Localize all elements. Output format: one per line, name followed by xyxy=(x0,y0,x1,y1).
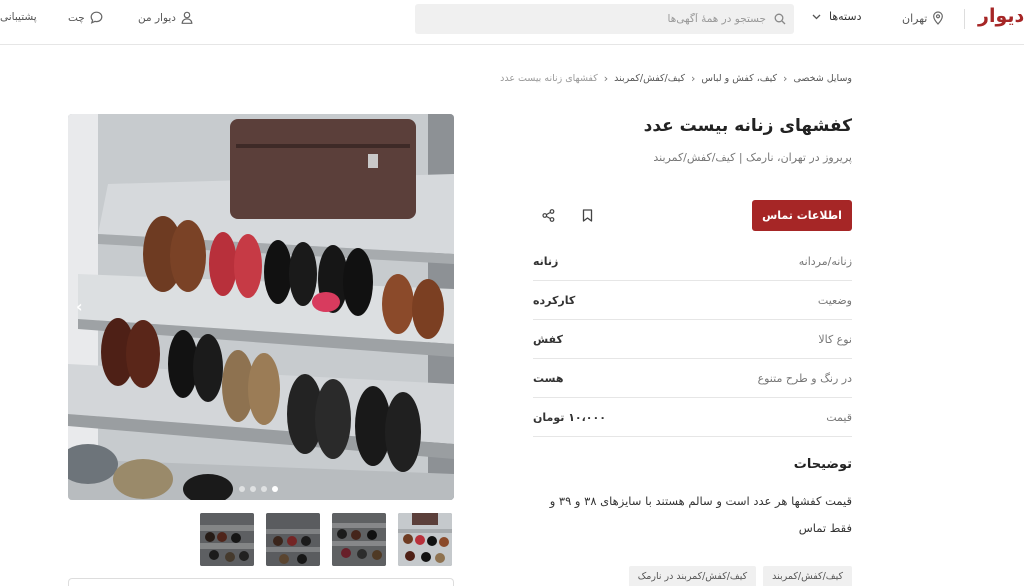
listing-title: کفشهای زنانه بیست عدد xyxy=(643,116,852,136)
search-bar[interactable] xyxy=(415,4,794,34)
attribute-row: زنانه/مردانه زنانه xyxy=(533,242,852,281)
breadcrumb-item[interactable]: کیف، کفش و لباس xyxy=(701,73,777,84)
attribute-label: وضعیت xyxy=(817,293,852,307)
share-button[interactable] xyxy=(538,205,558,225)
description-text: قیمت کفشها هر عدد است و سالم هستند با سا… xyxy=(549,494,852,535)
breadcrumb-item[interactable]: وسایل شخصی xyxy=(793,73,852,84)
main-listing-photo[interactable] xyxy=(68,114,454,500)
chevron-left-icon[interactable]: ‹ xyxy=(76,297,83,316)
search-icon xyxy=(774,13,786,25)
gallery-dot[interactable] xyxy=(261,486,267,492)
gallery-dot[interactable] xyxy=(250,486,256,492)
attribute-value: زنانه xyxy=(533,254,559,268)
attribute-value: ۱۰،۰۰۰ تومان xyxy=(533,410,606,424)
bookmark-icon xyxy=(582,208,593,222)
secondary-card xyxy=(68,578,454,586)
attribute-value: کارکرده xyxy=(533,293,576,307)
gallery-dots xyxy=(239,486,278,492)
thumbnail[interactable] xyxy=(332,513,386,566)
attribute-list: زنانه/مردانه زنانه وضعیت کارکرده نوع کال… xyxy=(533,242,852,437)
top-header: دیوار تهران دسته‌ها دیوار من چت پشتیبانی xyxy=(0,0,1024,45)
thumbnail[interactable] xyxy=(266,513,320,566)
chat-link[interactable]: چت xyxy=(68,11,103,24)
contact-info-button[interactable]: اطلاعات تماس xyxy=(752,200,852,231)
attribute-label: در رنگ و طرح متنوع xyxy=(757,371,852,385)
description-heading: توضیحات xyxy=(793,457,852,472)
my-divar-label: دیوار من xyxy=(138,11,176,24)
support-label: پشتیبانی xyxy=(0,11,37,23)
listing-subtitle: پریروز در تهران، نارمک | کیف/کفش/کمربند xyxy=(653,151,852,164)
gallery-dot-active[interactable] xyxy=(272,486,278,492)
user-icon xyxy=(181,11,193,24)
city-selector[interactable]: تهران xyxy=(902,11,944,25)
my-divar-link[interactable]: دیوار من xyxy=(138,11,193,24)
attribute-value: کفش xyxy=(533,332,563,346)
thumbnail-active[interactable] xyxy=(398,513,452,566)
attribute-row: وضعیت کارکرده xyxy=(533,281,852,320)
chevron-left-icon: ‹ xyxy=(603,72,609,85)
breadcrumb-item[interactable]: کیف/کفش/کمربند xyxy=(614,73,685,84)
header-divider xyxy=(964,9,965,29)
attribute-value: هست xyxy=(533,371,564,385)
attribute-label: قیمت xyxy=(826,410,852,424)
chevron-left-icon: ‹ xyxy=(690,72,696,85)
attribute-label: زنانه/مردانه xyxy=(798,254,852,268)
chevron-down-icon xyxy=(812,14,821,20)
chat-bubble-icon xyxy=(90,11,103,24)
share-icon xyxy=(541,208,555,222)
attribute-row: قیمت ۱۰،۰۰۰ تومان xyxy=(533,398,852,437)
attribute-row: در رنگ و طرح متنوع هست xyxy=(533,359,852,398)
chevron-left-icon: ‹ xyxy=(783,72,788,85)
thumbnail-strip xyxy=(200,513,452,566)
breadcrumb-current: کفشهای زنانه بیست عدد xyxy=(500,73,598,84)
chat-label: چت xyxy=(68,11,85,24)
tag-list: کیف/کفش/کمربند کیف/کفش/کمربند در نارمک xyxy=(628,566,852,586)
search-input[interactable] xyxy=(454,13,774,25)
bookmark-button[interactable] xyxy=(577,205,597,225)
divar-logo[interactable]: دیوار xyxy=(978,5,1024,27)
breadcrumb: وسایل شخصی ‹ کیف، کفش و لباس ‹ کیف/کفش/ک… xyxy=(500,72,852,85)
tag-chip[interactable]: کیف/کفش/کمربند در نارمک xyxy=(628,566,757,586)
categories-label: دسته‌ها xyxy=(829,10,862,23)
tag-chip[interactable]: کیف/کفش/کمربند xyxy=(763,566,852,586)
categories-dropdown[interactable]: دسته‌ها xyxy=(812,10,861,23)
thumbnail[interactable] xyxy=(200,513,254,566)
location-pin-icon xyxy=(932,11,944,25)
city-label: تهران xyxy=(902,11,928,25)
support-link[interactable]: پشتیبانی xyxy=(0,11,37,23)
attribute-label: نوع کالا xyxy=(818,332,852,346)
attribute-row: نوع کالا کفش xyxy=(533,320,852,359)
gallery-dot[interactable] xyxy=(239,486,245,492)
